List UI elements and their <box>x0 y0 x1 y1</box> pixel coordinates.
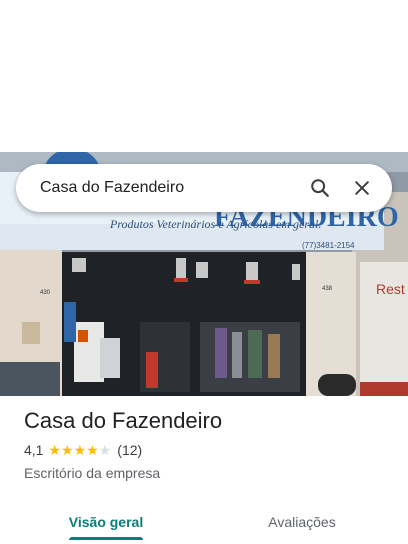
star-filled-icon: ★ <box>61 442 74 458</box>
tab-reviews[interactable]: Avaliações <box>250 500 354 544</box>
search-bar[interactable] <box>16 164 392 212</box>
place-name: Casa do Fazendeiro <box>24 408 223 433</box>
door-number-left: 430 <box>40 290 51 296</box>
neighbor-sign-text: Rest <box>376 281 405 297</box>
search-input[interactable] <box>40 179 296 197</box>
rating-value: 4,1 <box>24 442 44 458</box>
review-count: (12) <box>117 442 143 458</box>
search-button[interactable] <box>302 170 338 206</box>
star-empty-icon: ★ <box>98 442 112 458</box>
star-filled-icon: ★ <box>48 442 62 458</box>
place-tabs: Visão geral Avaliações <box>0 500 408 544</box>
sign-phone-text: (77)3481-2154 <box>302 241 355 250</box>
place-category: Escritório da empresa <box>24 465 161 481</box>
star-filled-icon: ★ <box>86 442 99 458</box>
sign-sub-text: Produtos Veterinários e Agrícolas em ger… <box>109 217 321 231</box>
rating-stars: ★ ★ ★ ★ ★ <box>48 443 111 457</box>
place-info-panel: Casa do Fazendeiro 4,1 ★ ★ ★ ★ ★ (12) Escrit… <box>0 396 408 544</box>
clear-search-button[interactable] <box>344 170 380 206</box>
star-filled-icon: ★ <box>73 442 87 458</box>
rating-row[interactable]: 4,1 ★ ★ ★ ★ ★ (12) <box>24 442 142 458</box>
search-icon <box>311 179 329 197</box>
door-number-right: 438 <box>322 286 333 292</box>
active-tab-indicator <box>69 537 143 540</box>
close-icon <box>355 181 369 195</box>
